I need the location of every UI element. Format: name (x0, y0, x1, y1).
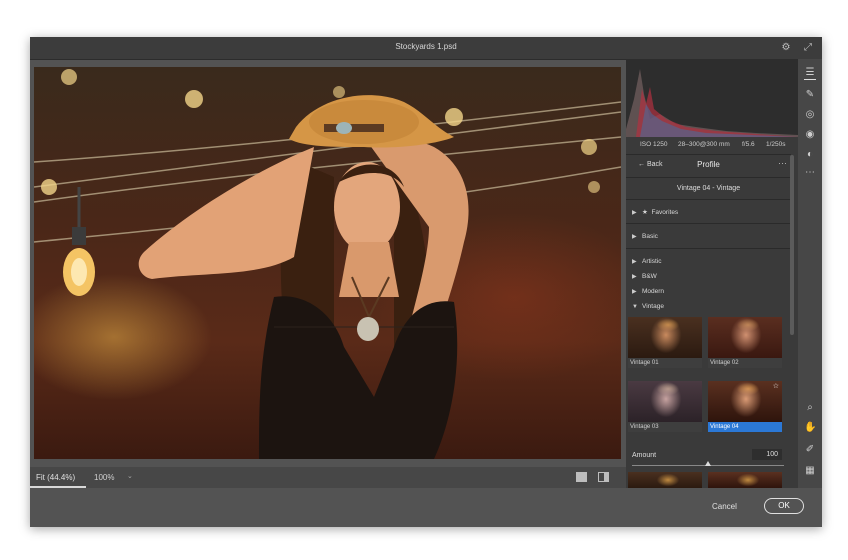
exif-shutter: 1/250s (766, 141, 786, 148)
divider (626, 199, 791, 200)
circle-select-icon[interactable]: ◎ (804, 109, 816, 121)
profile-group-label: Basic (642, 233, 658, 240)
zoom-fit-option[interactable]: Fit (44.4%) (36, 473, 75, 482)
profile-thumbnail-vintage-01[interactable]: Vintage 01 (628, 317, 702, 368)
exif-focal-length: 28–300@300 mm (678, 141, 730, 148)
star-icon: ★ (642, 209, 648, 216)
presets-icon[interactable]: ◐ (804, 149, 816, 161)
profile-group-modern[interactable]: ▶ Modern (632, 288, 664, 295)
profile-thumbnail-vintage-02[interactable]: Vintage 02 (708, 317, 782, 368)
zoom-dropdown-chevron-icon[interactable]: ⌄ (127, 472, 133, 480)
hand-icon[interactable]: ✋ (804, 422, 816, 434)
exif-aperture: f/5.6 (742, 141, 755, 148)
right-panel: ISO 1250 28–300@300 mm f/5.6 1/250s ← Ba… (626, 59, 798, 488)
brush-icon[interactable]: ✎ (804, 89, 816, 101)
amount-value-field[interactable]: 100 (752, 449, 782, 460)
thumbnail-image (708, 317, 782, 358)
profile-group-label: Artistic (642, 258, 662, 265)
gear-icon[interactable]: ⚙ (780, 42, 792, 54)
divider (626, 223, 791, 224)
profile-group-bw[interactable]: ▶ B&W (632, 273, 657, 280)
profile-group-favorites[interactable]: ▶ ★ Favorites (632, 208, 678, 216)
thumbnail-label: Vintage 01 (628, 358, 702, 368)
expand-icon[interactable]: ⤢ (802, 42, 814, 54)
divider (626, 154, 791, 155)
amount-slider-thumb[interactable] (705, 461, 711, 466)
thumbnail-image (628, 381, 702, 422)
profile-group-label: Favorites (651, 209, 679, 216)
expand-arrow-icon: ▶ (632, 274, 637, 280)
more-options-icon[interactable]: ··· (778, 158, 787, 168)
histogram (626, 59, 798, 137)
redeye-icon[interactable]: ◉ (804, 129, 816, 141)
sliders-icon[interactable]: ☰ (804, 67, 816, 80)
profile-heading: Profile (697, 160, 720, 169)
favorite-star-icon[interactable]: ☆ (773, 382, 779, 390)
current-profile-name: Vintage 04 - Vintage (676, 185, 741, 192)
profile-group-basic[interactable]: ▶ Basic (632, 233, 658, 240)
thumbnail-image (708, 381, 782, 422)
profile-group-artistic[interactable]: ▶ Artistic (632, 258, 662, 265)
image-preview[interactable] (34, 67, 621, 459)
profile-group-label: Modern (642, 288, 665, 295)
divider (626, 177, 791, 178)
expand-arrow-icon: ▶ (632, 234, 637, 240)
thumbnail-label: Vintage 03 (628, 422, 702, 432)
divider (626, 248, 791, 249)
zoom-icon[interactable]: ⌕ (804, 402, 816, 414)
profile-group-vintage[interactable]: ▼ Vintage (632, 303, 664, 310)
title-bar: Stockyards 1.psd ⚙ ⤢ (30, 37, 822, 60)
window-title: Stockyards 1.psd (395, 42, 457, 51)
profile-thumbnail-next-2[interactable] (708, 472, 782, 488)
ok-button[interactable]: OK (764, 498, 804, 514)
photo-subject (138, 95, 469, 459)
dialog-footer: Cancel OK (30, 488, 822, 527)
panel-scrollbar[interactable] (790, 155, 794, 335)
eyedropper-icon[interactable]: ✐ (804, 444, 816, 456)
profile-group-label: Vintage (642, 303, 664, 310)
expand-arrow-icon: ▶ (632, 289, 637, 295)
grid-icon[interactable]: ▦ (804, 465, 816, 477)
preview-bottom-bar: Fit (44.4%) 100% ⌄ (30, 467, 626, 488)
single-view-icon[interactable] (576, 472, 587, 482)
exif-info: ISO 1250 28–300@300 mm f/5.6 1/250s (626, 139, 798, 153)
profile-thumbnail-vintage-03[interactable]: Vintage 03 (628, 381, 702, 432)
profile-thumbnail-next-1[interactable] (628, 472, 702, 488)
tool-strip: ☰ ✎ ◎ ◉ ◐ ⋯ ⌕ ✋ ✐ ▦ (798, 59, 822, 488)
expand-arrow-icon: ▶ (632, 259, 637, 265)
collapse-arrow-icon: ▼ (632, 304, 638, 310)
camera-raw-window: Stockyards 1.psd ⚙ ⤢ Fit (44.4%) 100% ⌄ … (30, 37, 822, 527)
before-after-view-icon[interactable] (598, 472, 609, 482)
amount-label: Amount (632, 452, 657, 459)
zoom-100-option[interactable]: 100% (94, 473, 114, 482)
thumbnail-label: Vintage 04 (708, 422, 782, 432)
profile-group-label: B&W (642, 273, 657, 280)
thumbnail-image (708, 472, 782, 488)
thumbnail-image (628, 317, 702, 358)
cancel-button[interactable]: Cancel (712, 502, 737, 511)
expand-arrow-icon: ▶ (632, 210, 637, 216)
more-icon[interactable]: ⋯ (804, 167, 816, 179)
thumbnail-label: Vintage 02 (708, 358, 782, 368)
profile-thumbnail-vintage-04[interactable]: Vintage 04 ☆ (708, 381, 782, 432)
exif-iso: ISO 1250 (640, 141, 668, 148)
thumbnail-image (628, 472, 702, 488)
